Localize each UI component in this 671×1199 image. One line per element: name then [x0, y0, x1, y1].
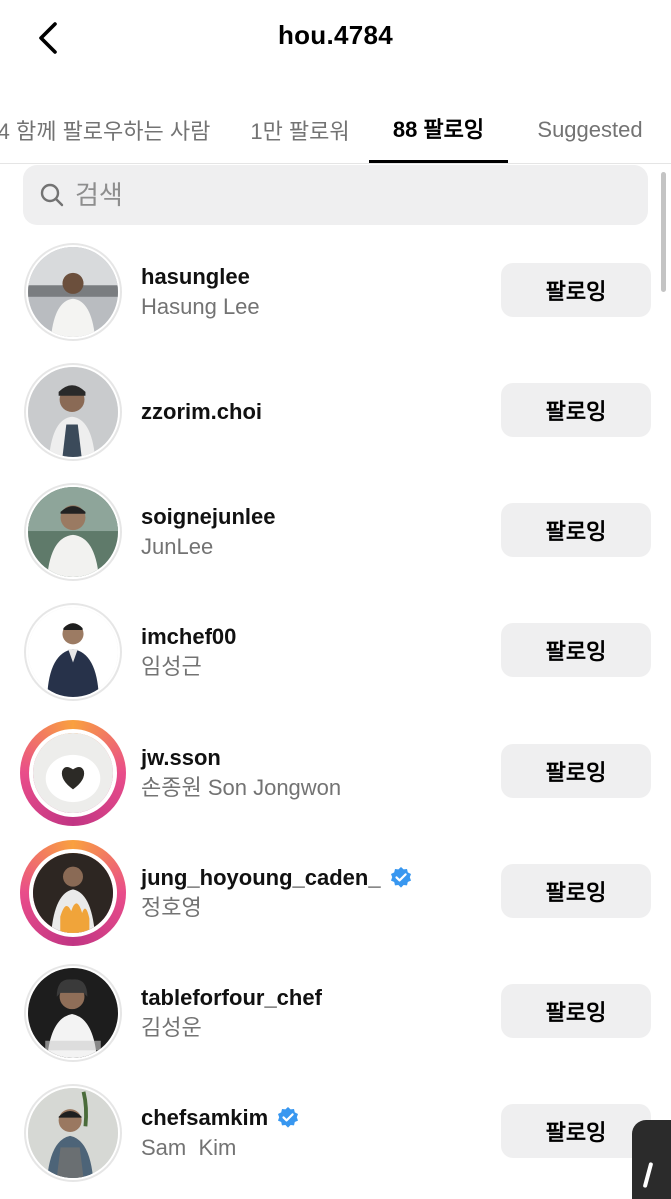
full-name: 김성운: [141, 1015, 202, 1040]
slash-icon: [642, 1161, 654, 1189]
username[interactable]: zzorim.choi: [141, 397, 262, 427]
user-names: imchef00 임성근: [141, 603, 236, 701]
tab-mutual-followers[interactable]: 4 함께 팔로우하는 사람: [0, 96, 214, 163]
list-item[interactable]: tableforfour_chef 김성운 팔로잉: [0, 964, 671, 1074]
avatar[interactable]: [24, 483, 122, 581]
username[interactable]: imchef00: [141, 622, 236, 652]
avatar[interactable]: [24, 1084, 122, 1182]
list-item[interactable]: chefsamkim Sam Kim 팔로잉: [0, 1084, 671, 1194]
verified-badge-icon: [390, 867, 411, 888]
avatar[interactable]: [20, 720, 126, 826]
list-item[interactable]: hasunglee Hasung Lee 팔로잉: [0, 243, 671, 353]
user-names: jw.sson 손종원 Son Jongwon: [141, 724, 341, 822]
username[interactable]: chefsamkim: [141, 1103, 268, 1133]
list-item[interactable]: imchef00 임성근 팔로잉: [0, 603, 671, 713]
floating-widget[interactable]: [632, 1120, 671, 1199]
full-name: 정호영: [141, 895, 202, 920]
full-name: Sam Kim: [141, 1135, 237, 1160]
tab-following[interactable]: 88 팔로잉: [369, 96, 508, 163]
tab-suggested[interactable]: Suggested: [522, 96, 658, 163]
following-button[interactable]: 팔로잉: [501, 383, 651, 437]
full-name: Hasung Lee: [141, 294, 260, 319]
search-input[interactable]: [75, 179, 615, 211]
avatar[interactable]: [20, 840, 126, 946]
full-name: 손종원 Son Jongwon: [141, 775, 342, 800]
verified-badge-icon: [278, 1107, 299, 1128]
user-names: jung_hoyoung_caden_ 정호영: [141, 844, 413, 942]
avatar[interactable]: [24, 603, 122, 701]
following-button[interactable]: 팔로잉: [501, 864, 651, 918]
list-item[interactable]: zzorim.choi 팔로잉: [0, 363, 671, 473]
following-button[interactable]: 팔로잉: [501, 984, 651, 1038]
list-item[interactable]: jw.sson 손종원 Son Jongwon 팔로잉: [0, 720, 671, 830]
avatar[interactable]: [24, 363, 122, 461]
user-names: tableforfour_chef 김성운: [141, 964, 322, 1062]
list-item[interactable]: jung_hoyoung_caden_ 정호영 팔로잉: [0, 840, 671, 950]
full-name: JunLee: [141, 534, 214, 559]
header: hou.4784: [0, 0, 671, 80]
username[interactable]: hasunglee: [141, 262, 250, 292]
username[interactable]: jw.sson: [141, 743, 221, 773]
following-button[interactable]: 팔로잉: [501, 1104, 651, 1158]
following-button[interactable]: 팔로잉: [501, 744, 651, 798]
search-bar[interactable]: [23, 165, 648, 225]
user-names: soignejunlee JunLee: [141, 483, 275, 581]
avatar[interactable]: [24, 243, 122, 341]
username[interactable]: jung_hoyoung_caden_: [141, 863, 381, 893]
following-button[interactable]: 팔로잉: [501, 263, 651, 317]
search-icon: [40, 183, 64, 207]
username[interactable]: soignejunlee: [141, 502, 275, 532]
username[interactable]: tableforfour_chef: [141, 983, 322, 1013]
tab-bar: 4 함께 팔로우하는 사람 1만 팔로워 88 팔로잉 Suggested: [0, 96, 671, 164]
user-names: zzorim.choi: [141, 363, 262, 461]
user-names: hasunglee Hasung Lee: [141, 243, 260, 341]
user-names: chefsamkim Sam Kim: [141, 1084, 300, 1182]
page-title: hou.4784: [277, 20, 394, 50]
following-button[interactable]: 팔로잉: [501, 623, 651, 677]
full-name: 임성근: [141, 654, 202, 679]
tab-followers[interactable]: 1만 팔로워: [240, 96, 360, 163]
avatar[interactable]: [24, 964, 122, 1062]
following-button[interactable]: 팔로잉: [501, 503, 651, 557]
list-item[interactable]: soignejunlee JunLee 팔로잉: [0, 483, 671, 593]
